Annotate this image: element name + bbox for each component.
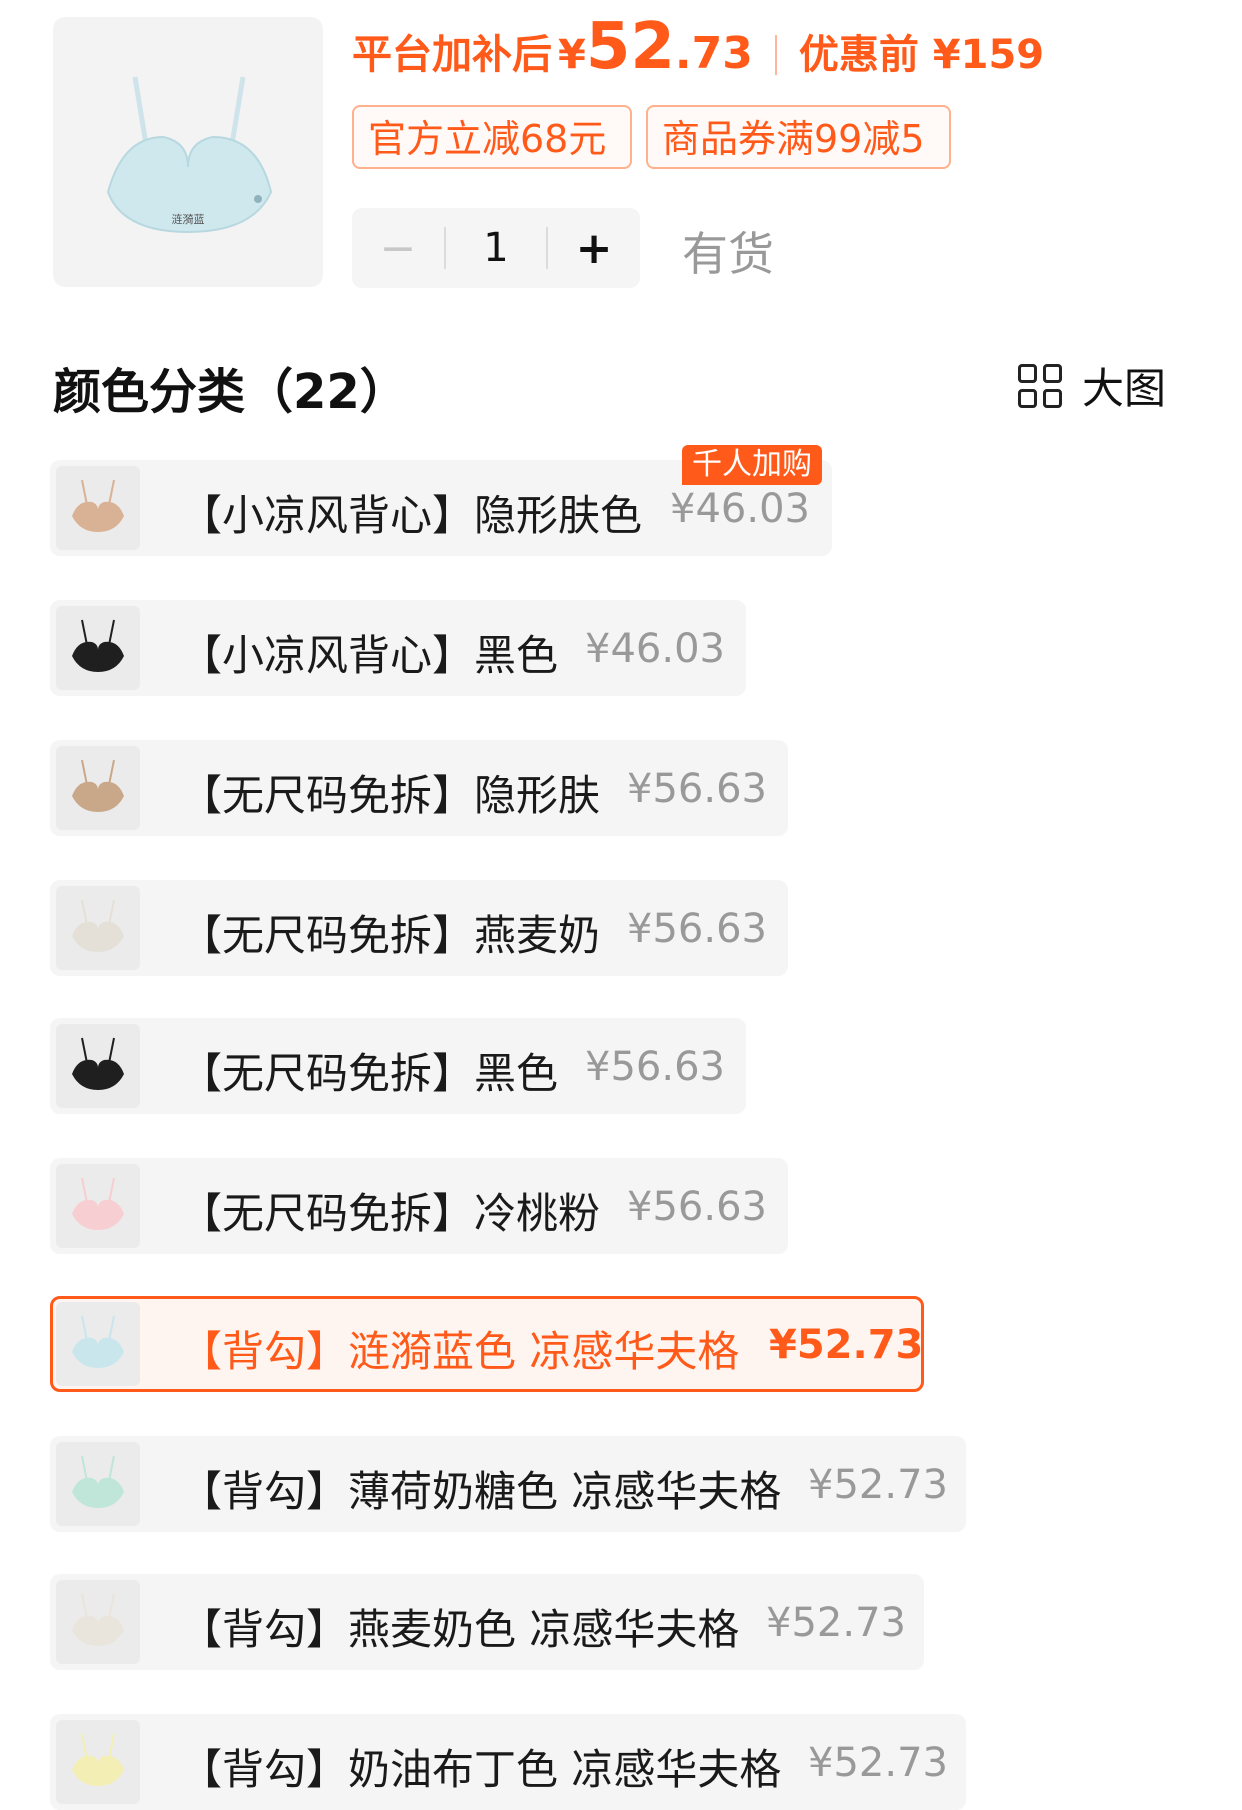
option-thumbnail bbox=[56, 1580, 140, 1664]
price-line: 平台加补后 ¥ 52 .73 优惠前 ¥159 bbox=[352, 10, 1044, 100]
large-view-label: 大图 bbox=[1082, 364, 1167, 413]
option-price: ¥46.03 bbox=[670, 486, 810, 532]
option-price: ¥52.73 bbox=[769, 1322, 924, 1368]
popular-badge: 千人加购 bbox=[682, 445, 822, 485]
quantity-stepper: − 1 + bbox=[352, 208, 640, 288]
option-thumbnail bbox=[56, 1024, 140, 1108]
option-row[interactable]: 【无尺码免拆】冷桃粉 ¥56.63 bbox=[50, 1158, 788, 1254]
option-row[interactable]: 【背勾】燕麦奶色 凉感华夫格 ¥52.73 bbox=[50, 1574, 924, 1670]
option-thumbnail bbox=[56, 886, 140, 970]
increase-button[interactable]: + bbox=[548, 223, 640, 274]
option-row[interactable]: 【小凉风背心】黑色 ¥46.03 bbox=[50, 600, 746, 696]
coupon-store-voucher[interactable]: 商品券满99减5 bbox=[646, 105, 951, 169]
option-row[interactable]: 【无尺码免拆】隐形肤 ¥56.63 bbox=[50, 740, 788, 836]
option-row[interactable]: 【背勾】奶油布丁色 凉感华夫格 ¥52.73 bbox=[50, 1714, 966, 1810]
option-row-selected[interactable]: 【背勾】涟漪蓝色 凉感华夫格 ¥52.73 bbox=[50, 1296, 924, 1392]
original-price: 优惠前 ¥159 bbox=[798, 32, 1045, 78]
color-category-title: 颜色分类（22） bbox=[53, 364, 408, 420]
price-currency: ¥ bbox=[558, 32, 586, 78]
option-price: ¥56.63 bbox=[627, 906, 767, 952]
option-name: 【无尺码免拆】黑色 bbox=[180, 1049, 559, 1098]
option-price: ¥56.63 bbox=[627, 1184, 767, 1230]
price-decimal: .73 bbox=[674, 28, 753, 79]
option-price: ¥52.73 bbox=[808, 1462, 948, 1508]
coupon-official-discount[interactable]: 官方立减68元 bbox=[352, 105, 632, 169]
option-price: ¥56.63 bbox=[585, 1044, 725, 1090]
option-row[interactable]: 【无尺码免拆】燕麦奶 ¥56.63 bbox=[50, 880, 788, 976]
quantity-value[interactable]: 1 bbox=[446, 225, 546, 271]
option-name: 【背勾】奶油布丁色 凉感华夫格 bbox=[180, 1745, 782, 1794]
option-name: 【小凉风背心】隐形肤色 bbox=[180, 491, 643, 540]
option-price: ¥52.73 bbox=[766, 1600, 906, 1646]
bra-thumbnail-image bbox=[72, 479, 124, 532]
option-row[interactable]: 【无尺码免拆】黑色 ¥56.63 bbox=[50, 1018, 746, 1114]
image-caption: 涟漪蓝 bbox=[171, 213, 205, 226]
option-thumbnail bbox=[56, 606, 140, 690]
bra-thumbnail-image bbox=[72, 1315, 124, 1368]
option-name: 【无尺码免拆】燕麦奶 bbox=[180, 911, 601, 960]
large-view-toggle[interactable]: 大图 bbox=[1018, 355, 1166, 416]
bra-thumbnail-image bbox=[72, 1455, 124, 1508]
price-divider bbox=[774, 35, 777, 75]
bra-thumbnail-image bbox=[72, 619, 124, 672]
option-price: ¥46.03 bbox=[585, 626, 725, 672]
bra-thumbnail-image bbox=[72, 1177, 124, 1230]
option-name: 【小凉风背心】黑色 bbox=[180, 631, 559, 680]
option-thumbnail bbox=[56, 466, 140, 550]
grid-icon bbox=[1018, 363, 1062, 408]
bra-thumbnail-image bbox=[72, 1733, 124, 1786]
option-name: 【背勾】燕麦奶色 凉感华夫格 bbox=[180, 1605, 740, 1654]
bra-thumbnail-image bbox=[72, 759, 124, 812]
decrease-button[interactable]: − bbox=[352, 223, 444, 274]
option-thumbnail bbox=[56, 1302, 140, 1386]
option-thumbnail bbox=[56, 1164, 140, 1248]
option-row[interactable]: 【背勾】薄荷奶糖色 凉感华夫格 ¥52.73 bbox=[50, 1436, 966, 1532]
bra-thumbnail-image bbox=[72, 899, 124, 952]
stock-status: 有货 bbox=[682, 227, 774, 281]
bra-thumbnail-image bbox=[72, 1037, 124, 1090]
bra-image bbox=[106, 76, 273, 234]
option-name: 【背勾】薄荷奶糖色 凉感华夫格 bbox=[180, 1467, 782, 1516]
option-name: 【无尺码免拆】隐形肤 bbox=[180, 771, 601, 820]
option-name: 【背勾】涟漪蓝色 凉感华夫格 bbox=[180, 1327, 740, 1376]
product-main-image[interactable]: 涟漪蓝 bbox=[53, 17, 323, 287]
bra-thumbnail-image bbox=[72, 1593, 124, 1646]
option-price: ¥56.63 bbox=[627, 766, 767, 812]
price-label: 平台加补后 bbox=[352, 32, 552, 78]
option-thumbnail bbox=[56, 1442, 140, 1526]
option-name: 【无尺码免拆】冷桃粉 bbox=[180, 1189, 601, 1238]
option-price: ¥52.73 bbox=[808, 1740, 948, 1786]
price-integer: 52 bbox=[585, 10, 675, 84]
option-thumbnail bbox=[56, 746, 140, 830]
option-thumbnail bbox=[56, 1720, 140, 1804]
